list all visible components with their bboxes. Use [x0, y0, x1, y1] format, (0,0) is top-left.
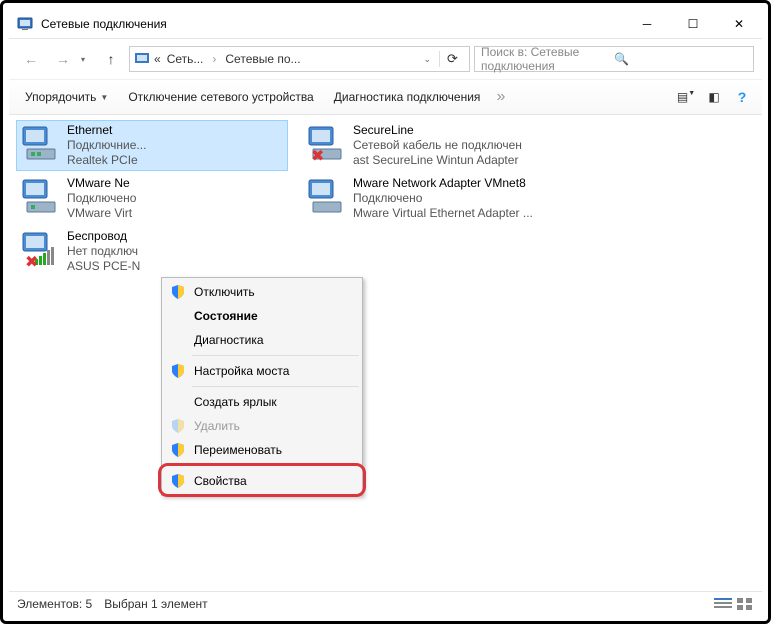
- menu-diag[interactable]: Диагностика: [164, 328, 360, 352]
- ethernet-icon: [21, 176, 61, 216]
- connection-ethernet[interactable]: Ethernet Подключние... Realtek PCIe: [17, 121, 287, 170]
- content-area: Ethernet Подключние... Realtek PCIe VMwa…: [9, 115, 762, 591]
- shield-icon: [170, 284, 186, 300]
- preview-pane-button[interactable]: ◧: [702, 90, 726, 104]
- ethernet-icon: [307, 176, 347, 216]
- menu-disable[interactable]: Отключить: [164, 280, 360, 304]
- ethernet-off-icon: ✖: [307, 123, 347, 163]
- forward-button[interactable]: →: [49, 45, 77, 73]
- diagnose-button[interactable]: Диагностика подключения: [326, 86, 489, 108]
- status-bar: Элементов: 5 Выбран 1 элемент: [9, 591, 762, 615]
- ethernet-icon: [21, 123, 61, 163]
- search-placeholder: Поиск в: Сетевые подключения: [481, 45, 614, 73]
- breadcrumb-current[interactable]: Сетевые по...: [221, 50, 304, 68]
- svg-text:✖: ✖: [25, 254, 38, 269]
- organize-menu[interactable]: Упорядочить▼: [17, 86, 116, 108]
- search-icon: 🔍: [614, 52, 747, 66]
- refresh-button[interactable]: ⟳: [439, 51, 465, 67]
- breadcrumb[interactable]: « Сеть... › Сетевые по... ⌄ ⟳: [129, 46, 470, 72]
- shield-icon: [170, 418, 186, 434]
- app-icon: [17, 16, 33, 32]
- breadcrumb-root[interactable]: Сеть...: [163, 50, 208, 68]
- connection-secureline[interactable]: ✖ SecureLine Сетевой кабель не подключен…: [303, 121, 573, 170]
- back-button[interactable]: ←: [17, 45, 45, 73]
- shield-icon: [170, 442, 186, 458]
- search-input[interactable]: Поиск в: Сетевые подключения 🔍: [474, 46, 754, 72]
- large-icons-view-icon[interactable]: [736, 597, 754, 611]
- connection-vmnet8[interactable]: Mware Network Adapter VMnet8 Подключено …: [303, 174, 573, 223]
- menu-bridge[interactable]: Настройка моста: [164, 359, 360, 383]
- menu-delete: Удалить: [164, 414, 360, 438]
- context-menu: Отключить Состояние Диагностика Настройк…: [161, 277, 363, 496]
- close-button[interactable]: ✕: [716, 9, 762, 38]
- menu-status[interactable]: Состояние: [164, 304, 360, 328]
- menu-properties[interactable]: Свойства: [164, 469, 360, 493]
- help-button[interactable]: ?: [730, 89, 754, 105]
- connection-vmware[interactable]: VMware Ne Подключено VMware Virt: [17, 174, 287, 223]
- connection-wireless[interactable]: ✖ Беспровод Нет подключ ASUS PCE-N: [17, 227, 287, 276]
- shield-icon: [170, 473, 186, 489]
- menu-rename[interactable]: Переименовать: [164, 438, 360, 462]
- maximize-button[interactable]: ☐: [670, 9, 716, 38]
- svg-text:✖: ✖: [311, 148, 324, 163]
- disable-device-button[interactable]: Отключение сетевого устройства: [120, 86, 321, 108]
- wifi-off-icon: ✖: [21, 229, 61, 269]
- view-options-button[interactable]: ▤▼: [674, 90, 698, 104]
- window-title: Сетевые подключения: [41, 17, 624, 31]
- menu-shortcut[interactable]: Создать ярлык: [164, 390, 360, 414]
- details-view-icon[interactable]: [714, 597, 732, 611]
- minimize-button[interactable]: ─: [624, 9, 670, 38]
- titlebar: Сетевые подключения ─ ☐ ✕: [9, 9, 762, 39]
- breadcrumb-dropdown[interactable]: ⌄: [417, 54, 437, 65]
- shield-icon: [170, 363, 186, 379]
- history-dropdown[interactable]: ▾: [81, 55, 93, 64]
- address-bar: ← → ▾ ↑ « Сеть... › Сетевые по... ⌄ ⟳ По…: [9, 39, 762, 79]
- status-count: Элементов: 5: [17, 597, 92, 611]
- folder-icon: [134, 51, 150, 67]
- status-selected: Выбран 1 элемент: [104, 597, 207, 611]
- up-button[interactable]: ↑: [97, 45, 125, 73]
- toolbar: Упорядочить▼ Отключение сетевого устройс…: [9, 79, 762, 115]
- highlight-annotation: [158, 463, 366, 497]
